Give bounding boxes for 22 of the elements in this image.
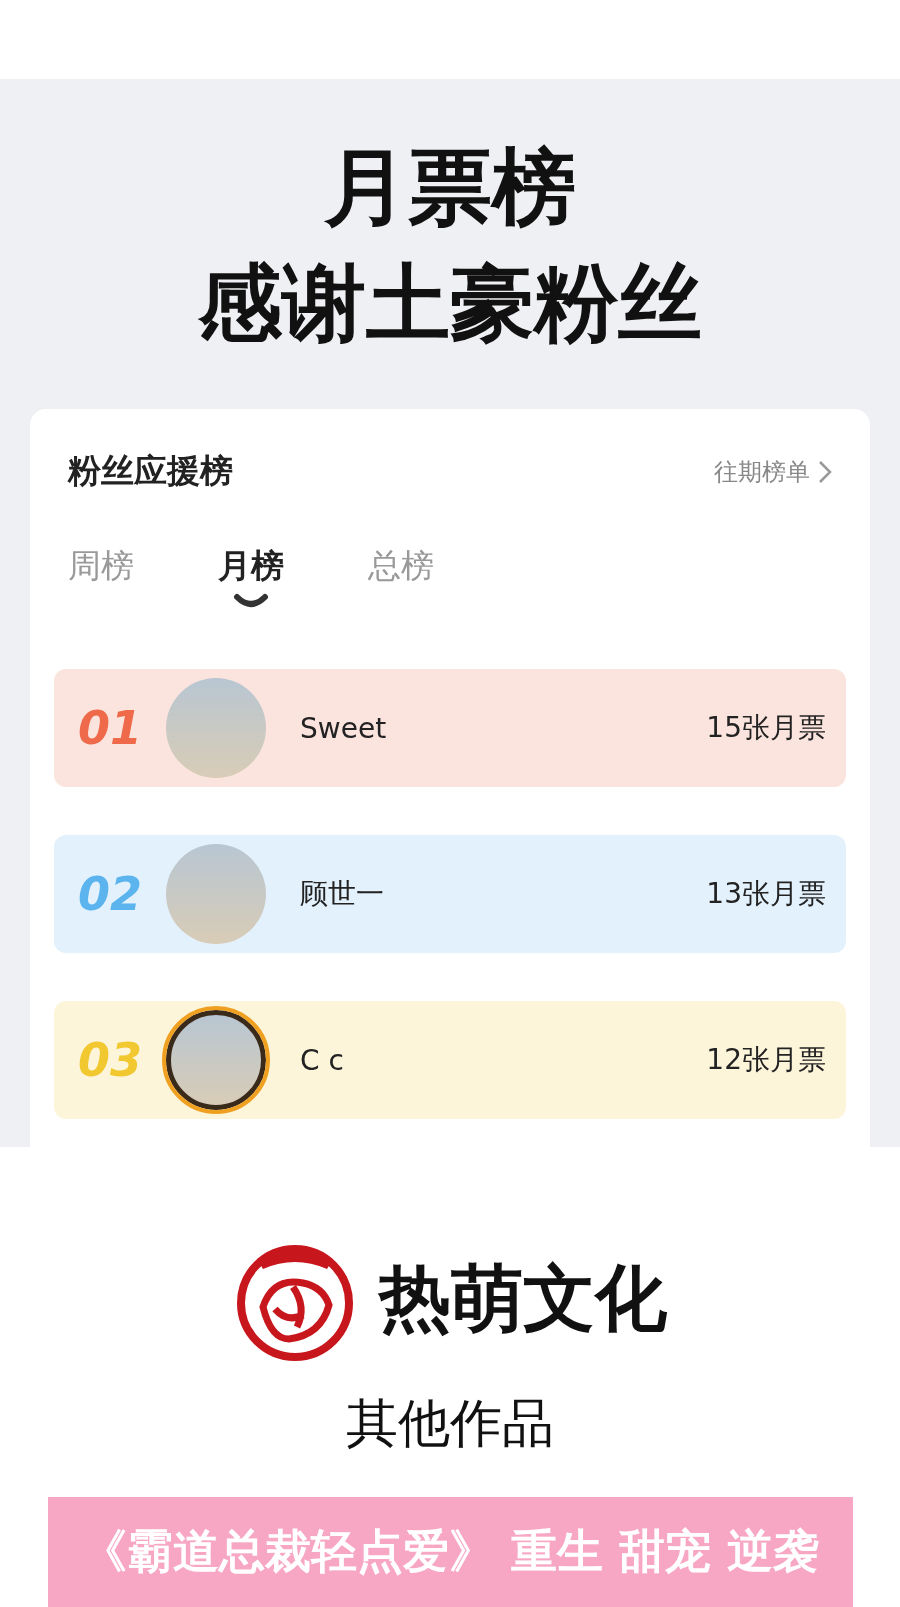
- headline: 感谢土豪粉丝: [198, 253, 702, 354]
- fan-name: Sweet: [300, 711, 388, 745]
- rank-number: 01: [78, 701, 143, 755]
- brand-name: 热萌文化: [379, 1255, 667, 1342]
- chevron-right-icon: [818, 459, 832, 484]
- vote-count: 12张月票: [706, 1042, 826, 1078]
- vote-count: 15张月票: [706, 710, 826, 746]
- history-link[interactable]: 往期榜单: [714, 455, 832, 488]
- rank-row[interactable]: 02 顾世一 13张月票: [54, 835, 846, 953]
- card-title: 粉丝应援榜: [68, 450, 233, 492]
- headline: 月票榜: [324, 137, 576, 238]
- rank-number: 02: [78, 867, 143, 921]
- work-banner: 《霸道总裁轻点爱》 重生 甜宠 逆袭: [47, 1497, 853, 1607]
- rank-row[interactable]: 03 C c 12张月票: [54, 1001, 846, 1119]
- tab-indicator-icon: [233, 593, 269, 609]
- tab[interactable]: 月榜: [218, 544, 284, 609]
- fan-name: 顾世一: [300, 876, 385, 912]
- vote-count: 13张月票: [706, 876, 826, 912]
- rank-number: 03: [78, 1033, 143, 1087]
- rank-row[interactable]: 01 Sweet 15张月票: [54, 669, 846, 787]
- fan-name: C c: [300, 1043, 345, 1077]
- section-title: 其他作品: [346, 1392, 554, 1455]
